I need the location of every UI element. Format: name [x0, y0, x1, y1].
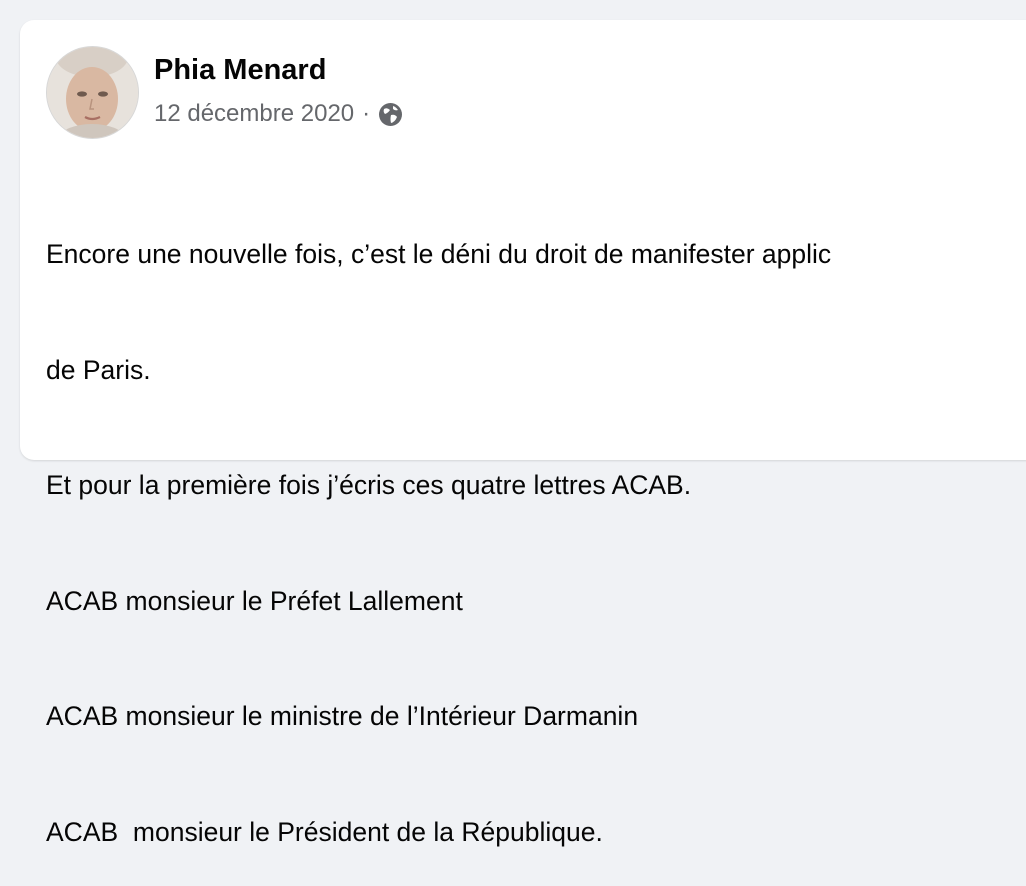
post-date[interactable]: 12 décembre 2020	[154, 100, 354, 128]
avatar-photo	[47, 47, 138, 138]
post-body: Encore une nouvelle fois, c’est le déni …	[46, 158, 1026, 886]
post-line: ACAB monsieur le Président de la Républi…	[46, 816, 603, 847]
meta-separator: ·	[362, 100, 371, 127]
post-meta: 12 décembre 2020 ·	[154, 100, 403, 128]
post-line: ACAB monsieur le Préfet Lallement	[46, 585, 463, 616]
post-card: Phia Menard 12 décembre 2020 · Encore un…	[20, 20, 1026, 847]
author-name[interactable]: Phia Menard	[154, 54, 326, 87]
globe-icon[interactable]	[378, 102, 403, 127]
post-line: Et pour la première fois j’écris ces qua…	[46, 470, 692, 500]
post-line: ACAB monsieur le ministre de l’Intérieur…	[46, 701, 639, 731]
post-line: de Paris.	[46, 354, 151, 385]
author-avatar[interactable]	[46, 46, 139, 139]
post-line: Encore une nouvelle fois, c’est le déni …	[46, 239, 832, 269]
